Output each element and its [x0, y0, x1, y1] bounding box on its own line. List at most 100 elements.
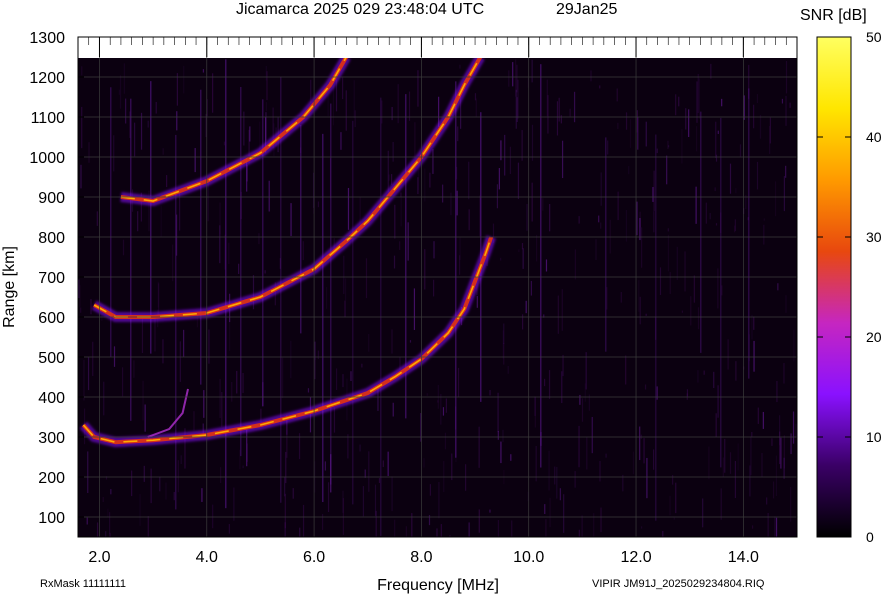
- noise-streak: [264, 270, 266, 274]
- noise-streak: [697, 307, 700, 330]
- noise-streak: [666, 155, 668, 185]
- noise-streak: [321, 513, 324, 530]
- noise-streak: [428, 515, 431, 526]
- noise-streak: [87, 357, 90, 391]
- noise-streak: [160, 205, 162, 237]
- noise-streak: [121, 367, 124, 397]
- noise-streak: [724, 438, 726, 473]
- noise-streak: [302, 504, 305, 537]
- noise-streak: [324, 461, 326, 471]
- noise-streak: [703, 370, 705, 375]
- noise-streak: [364, 469, 366, 478]
- noise-streak: [80, 164, 82, 189]
- colorbar: 0 10 20 30 40 50: [816, 29, 882, 545]
- noise-streak: [790, 433, 792, 455]
- noise-streak: [591, 416, 593, 454]
- noise-streak: [645, 121, 647, 147]
- interference-line: [748, 88, 750, 379]
- noise-streak: [673, 517, 675, 520]
- noise-streak: [574, 249, 576, 280]
- noise-streak: [83, 359, 85, 401]
- noise-streak: [242, 372, 244, 394]
- noise-streak: [522, 248, 524, 269]
- noise-streak: [638, 280, 640, 312]
- noise-streak: [681, 129, 683, 164]
- noise-streak: [284, 476, 286, 497]
- noise-streak: [426, 393, 428, 396]
- y-tick-label: 600: [38, 310, 65, 327]
- colorbar-tick-label: 0: [866, 529, 874, 545]
- noise-streak: [504, 134, 506, 176]
- noise-streak: [290, 340, 292, 379]
- noise-streak: [508, 70, 510, 87]
- y-tick-label: 900: [38, 190, 65, 207]
- noise-streak: [578, 529, 580, 537]
- noise-streak: [763, 218, 765, 221]
- noise-streak: [302, 241, 304, 261]
- noise-streak: [242, 465, 244, 469]
- y-tick-label: 400: [38, 390, 65, 407]
- noise-streak: [729, 452, 732, 474]
- noise-streak: [643, 438, 645, 464]
- noise-streak: [721, 98, 723, 107]
- noise-streak: [361, 363, 363, 368]
- noise-streak: [193, 411, 195, 431]
- noise-streak: [783, 176, 786, 212]
- noise-streak: [327, 482, 330, 513]
- noise-streak: [408, 91, 411, 121]
- noise-streak: [429, 172, 431, 188]
- noise-streak: [140, 112, 143, 150]
- noise-streak: [559, 488, 561, 501]
- noise-streak: [362, 486, 365, 517]
- noise-streak: [645, 313, 647, 316]
- noise-streak: [417, 70, 419, 107]
- noise-streak: [220, 467, 222, 484]
- y-axis-label: Range [km]: [1, 246, 18, 328]
- noise-streak: [548, 450, 550, 491]
- noise-streak: [450, 192, 452, 216]
- noise-streak: [231, 381, 233, 402]
- noise-streak: [558, 97, 560, 122]
- noise-streak: [708, 446, 710, 480]
- noise-streak: [656, 386, 658, 400]
- noise-streak: [424, 168, 426, 202]
- noise-streak: [556, 101, 559, 136]
- noise-streak: [429, 484, 432, 496]
- noise-streak: [266, 71, 268, 101]
- noise-streak: [600, 172, 602, 206]
- noise-streak: [785, 95, 787, 126]
- noise-streak: [605, 453, 607, 458]
- noise-streak: [203, 390, 205, 418]
- noise-streak: [407, 222, 409, 261]
- x-tick-label: 2.0: [88, 549, 110, 566]
- noise-streak: [573, 91, 576, 123]
- noise-streak: [342, 490, 344, 513]
- noise-streak: [345, 278, 347, 301]
- noise-streak: [345, 90, 347, 131]
- noise-streak: [478, 509, 480, 533]
- noise-streak: [769, 125, 771, 154]
- noise-streak: [717, 385, 719, 418]
- noise-streak: [219, 202, 221, 235]
- noise-streak: [581, 515, 583, 537]
- plot-area: 2.0 4.0 6.0 8.0 10.0 12.0 14.0 100 200 300 400 500…: [29, 30, 798, 566]
- noise-streak: [468, 161, 470, 200]
- noise-streak: [549, 497, 551, 528]
- y-tick-label: 300: [38, 430, 65, 447]
- noise-streak: [756, 161, 759, 190]
- noise-streak: [530, 280, 533, 296]
- noise-streak: [771, 438, 773, 446]
- noise-streak: [556, 466, 558, 499]
- noise-streak: [639, 296, 641, 325]
- y-tick-label: 1200: [29, 70, 65, 87]
- noise-streak: [720, 488, 722, 520]
- noise-streak: [92, 341, 94, 376]
- noise-streak: [207, 181, 209, 222]
- noise-streak: [405, 526, 407, 537]
- noise-streak: [102, 496, 104, 503]
- noise-streak: [183, 329, 185, 357]
- noise-streak: [350, 371, 352, 381]
- noise-streak: [497, 392, 499, 433]
- noise-streak: [107, 508, 109, 517]
- noise-streak: [717, 268, 719, 309]
